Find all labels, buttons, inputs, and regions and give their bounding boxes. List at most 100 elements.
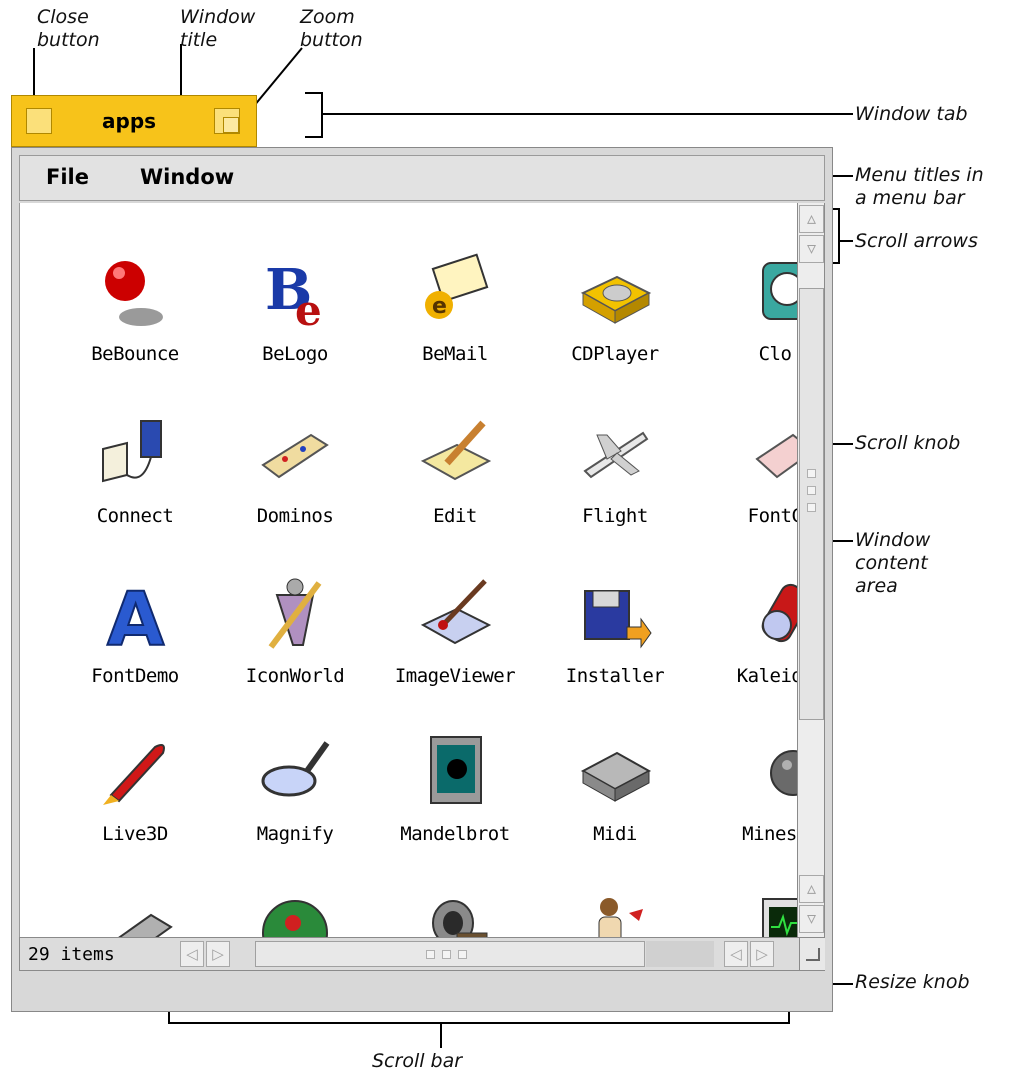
app-icon-mandelbrot[interactable]: Mandelbrot (380, 733, 530, 893)
scroll-up-icon: ▵ (806, 208, 817, 229)
app-label: Magnify (256, 823, 334, 845)
app-label: IconWorld (245, 665, 345, 687)
svg-text:A: A (107, 577, 164, 651)
callout-scroll-arrows: Scroll arrows (855, 230, 978, 252)
app-icon-iconworld[interactable]: IconWorld (220, 575, 370, 735)
imageviewer-icon (420, 579, 492, 645)
close-button[interactable] (26, 108, 52, 134)
app-icon-bemail[interactable]: e BeMail (380, 253, 530, 413)
live3d-icon (103, 744, 165, 805)
zoom-button[interactable] (214, 108, 240, 134)
app-icon-belogo[interactable]: B e BeLogo (220, 253, 370, 413)
app-label: CDPlayer (571, 343, 659, 365)
grip-icon (442, 950, 451, 959)
window-frame: File Window BeBounce B e BeLogo e BeMail (11, 147, 833, 1012)
scroll-left-arrow[interactable]: ◁ (724, 941, 748, 967)
callout-scroll-knob: Scroll knob (855, 432, 961, 454)
app-label: BeLogo (262, 343, 328, 365)
app-icon-cdplayer[interactable]: CDPlayer (540, 253, 690, 413)
bracket-scroll-arrows (838, 208, 840, 264)
app-label: FontDemo (91, 665, 179, 687)
callout-window-content: Window content area (855, 529, 931, 597)
app-icon-installer[interactable]: Installer (540, 575, 690, 735)
scroll-right-icon: ▷ (756, 945, 768, 963)
clock-icon (762, 262, 798, 320)
app-icon-flight[interactable]: Flight (540, 415, 690, 575)
horizontal-scroll-knob[interactable] (255, 941, 645, 967)
kaleidoscope-icon (761, 583, 798, 643)
scroll-down-arrow[interactable]: ▿ (799, 905, 824, 933)
resize-knob[interactable] (799, 938, 825, 970)
app-label: BeMail (422, 343, 488, 365)
app-label: Edit (433, 505, 477, 527)
app-icon-kaleidoscope[interactable]: Kaleido (700, 575, 798, 735)
app-icon-dominos[interactable]: Dominos (220, 415, 370, 575)
magnify-icon (261, 741, 330, 797)
scroll-knob[interactable] (799, 288, 824, 720)
app-label: Flight (582, 505, 648, 527)
scroll-left-icon: ◁ (186, 945, 198, 963)
grip-icon (426, 950, 435, 959)
scroll-down-arrow[interactable]: ▿ (799, 235, 824, 263)
scroll-up-arrow[interactable]: ▵ (799, 205, 824, 233)
minesweeper-icon (770, 750, 798, 796)
app-icon-fontc[interactable]: FontC (700, 415, 798, 575)
scroll-right-arrow[interactable]: ▷ (206, 941, 230, 967)
grip-icon (458, 950, 467, 959)
mandelbrot-icon (430, 736, 482, 804)
scroll-right-icon: ▷ (212, 945, 224, 963)
callout-window-tab: Window tab (855, 103, 968, 125)
leader-line (838, 240, 853, 242)
person-icon (598, 898, 643, 937)
app-icon-partial[interactable] (220, 893, 370, 937)
app-icon-imageviewer[interactable]: ImageViewer (380, 575, 530, 735)
callout-scroll-bar: Scroll bar (372, 1050, 463, 1072)
bemail-icon: e (425, 253, 489, 319)
bracket-window-tab (305, 92, 321, 94)
app-icon-midi[interactable]: Midi (540, 733, 690, 893)
app-icon-partial[interactable] (540, 893, 690, 937)
edit-icon (420, 420, 492, 481)
scroll-left-icon: ◁ (730, 945, 742, 963)
app-icon-connect[interactable]: Connect (60, 415, 210, 575)
scroll-down-icon: ▿ (806, 238, 817, 259)
app-icon-fontdemo[interactable]: A FontDemo (60, 575, 210, 735)
scroll-right-arrow[interactable]: ▷ (750, 941, 774, 967)
iconworld-icon (268, 578, 322, 649)
bebounce-icon (105, 261, 163, 326)
menu-window[interactable]: Window (140, 165, 234, 189)
vertical-scrollbar[interactable]: ▵ ▿ ▵ ▿ (797, 203, 825, 937)
globe-icon (262, 900, 328, 937)
window-title: apps (102, 109, 157, 133)
menu-file[interactable]: File (46, 165, 89, 189)
svg-text:e: e (432, 294, 447, 319)
scroll-up-arrow[interactable]: ▵ (799, 875, 824, 903)
scroll-left-arrow[interactable]: ◁ (180, 941, 204, 967)
svg-text:e: e (295, 286, 322, 329)
app-icon-minesweeper[interactable]: Minesw (700, 733, 798, 893)
bracket-window-tab (305, 136, 321, 138)
bracket-scroll-bar (168, 1022, 790, 1024)
bracket-window-tab (321, 92, 323, 138)
cdplayer-icon (580, 275, 652, 324)
app-label: FontC (747, 505, 798, 527)
app-icon-edit[interactable]: Edit (380, 415, 530, 575)
scroll-track[interactable] (646, 941, 714, 967)
app-label: Mandelbrot (400, 823, 510, 845)
fontchart-icon (755, 433, 798, 479)
app-label: Installer (565, 665, 665, 687)
app-icon-bebounce[interactable]: BeBounce (60, 253, 210, 413)
resize-icon (806, 948, 820, 961)
grip-icon (807, 469, 816, 478)
app-icon-magnify[interactable]: Magnify (220, 733, 370, 893)
app-icon-partial[interactable] (700, 893, 798, 937)
app-icon-partial[interactable] (380, 893, 530, 937)
app-icon-live3d[interactable]: Live3D (60, 733, 210, 893)
app-label: Clo (758, 343, 792, 365)
app-icon-partial[interactable] (60, 893, 210, 937)
app-label: Connect (96, 505, 174, 527)
window-tab[interactable]: apps (11, 95, 257, 147)
speaker-icon (432, 900, 488, 937)
midi-icon (580, 751, 652, 802)
app-icon-clock[interactable]: Clo (700, 253, 798, 413)
